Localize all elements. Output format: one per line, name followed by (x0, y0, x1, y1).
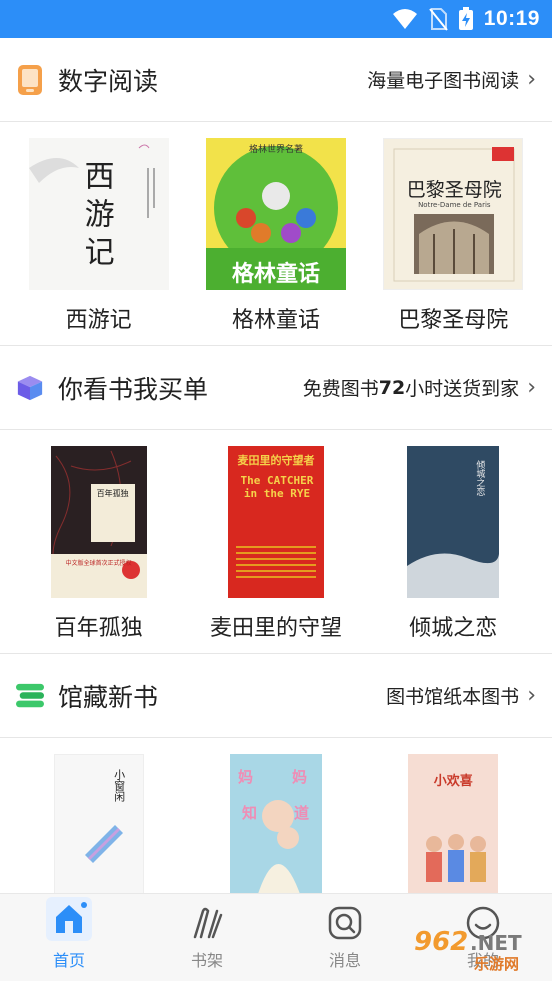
no-sim-icon (429, 8, 448, 31)
section-title: 馆藏新书 (58, 682, 159, 712)
cover-title: 格林童话 (231, 262, 320, 287)
cover-title: 百年孤独 (96, 489, 129, 498)
book-card[interactable]: 西游记 西游记 (14, 122, 184, 345)
cover-title: 麦田里的守望者 (237, 454, 315, 467)
cover-title: 巴黎圣母院 (406, 179, 502, 201)
book-title: 麦田里的守望 (209, 616, 342, 641)
watermark-text: 乐游网 (474, 955, 520, 973)
stack-icon (16, 682, 44, 710)
book-cover-grimm: 格林世界名著 格林童话 (205, 138, 346, 290)
more-link-new-collection[interactable]: 图书馆纸本图书 › (386, 682, 536, 709)
book-title: 格林童话 (231, 308, 320, 333)
section-title: 你看书我买单 (58, 374, 209, 404)
cover-subtitle: Notre-Dame de Paris (418, 201, 491, 209)
status-bar: 10:19 (0, 0, 552, 38)
cover-title: 小欢喜 (433, 774, 473, 789)
bookshelf-icon (193, 907, 223, 939)
more-link-label: 海量电子图书阅读 (367, 70, 520, 92)
tab-messages[interactable]: 消息 (276, 894, 414, 981)
home-icon (46, 897, 92, 941)
cover-title: 倾城之恋 (474, 460, 485, 496)
more-link-buy-for-you[interactable]: 免费图书 72 小时送货到家 › (303, 374, 536, 401)
cover-top-label: 格林世界名著 (248, 145, 303, 155)
cover-band: 中文版全球首次正式授权 (65, 560, 132, 567)
cover-text: 妈 (291, 768, 307, 786)
tab-label: 首页 (52, 951, 85, 970)
chevron-right-icon: › (527, 683, 536, 708)
section-header-digital-reading: 数字阅读 海量电子图书阅读 › (0, 38, 552, 122)
more-link-hours: 72 (378, 376, 406, 399)
chevron-right-icon: › (527, 67, 536, 92)
book-card[interactable]: 倾城之恋 倾城之恋 (368, 430, 538, 653)
watermark-text: .NET (470, 931, 522, 955)
box-icon (16, 374, 44, 402)
cover-text: 知 (241, 804, 257, 822)
book-title: 西游记 (65, 308, 132, 333)
tab-home[interactable]: 首页 (0, 894, 138, 981)
book-cover-catcher: 麦田里的守望者 The CATCHER in the RYE (227, 446, 324, 598)
section-title: 数字阅读 (58, 66, 159, 96)
more-link-label: 图书馆纸本图书 (386, 686, 520, 708)
bottom-tab-bar: 首页 书架 消息 我的 962 .NET 乐游网 (0, 893, 552, 981)
section-header-buy-for-you: 你看书我买单 免费图书 72 小时送货到家 › (0, 346, 552, 430)
book-cover-new-1: 小窗闲 (53, 754, 144, 898)
cover-subtitle: The CATCHER in the RYE (240, 474, 314, 500)
clock: 10:19 (483, 7, 540, 30)
book-cover-new-3: 小欢喜 (408, 754, 499, 898)
book-card[interactable]: 妈 妈 知 道 (191, 738, 361, 898)
book-row-new-collection: 小窗闲 妈 妈 知 道 小欢喜 (0, 738, 552, 898)
section-header-new-collection: 馆藏新书 图书馆纸本图书 › (0, 654, 552, 738)
watermark-text: 962 (414, 927, 469, 957)
cover-text: 道 (293, 804, 309, 822)
phone-icon (16, 64, 44, 95)
book-card[interactable]: 格林世界名著 格林童话 格林童话 (191, 122, 361, 345)
book-cover-xiyouji: 西游记 (28, 138, 169, 290)
message-icon (328, 906, 362, 940)
battery-charging-icon (458, 7, 473, 30)
book-title: 倾城之恋 (409, 616, 498, 641)
book-row-digital-reading: 西游记 西游记 格林世界名著 格林童话 格林童话 巴黎圣母院 Notre-Dam… (0, 122, 552, 346)
more-link-suffix: 小时送货到家 (405, 378, 520, 400)
more-link-digital-reading[interactable]: 海量电子图书阅读 › (367, 66, 536, 93)
book-card[interactable]: 小欢喜 (368, 738, 538, 898)
book-row-buy-for-you: 百年孤独 中文版全球首次正式授权 百年孤独 麦田里的守望者 The CATCHE… (0, 430, 552, 654)
book-card[interactable]: 小窗闲 (14, 738, 184, 898)
wifi-icon (392, 9, 417, 29)
book-cover-new-2: 妈 妈 知 道 (229, 754, 322, 898)
cover-text: 妈 (237, 768, 253, 786)
tab-label: 消息 (328, 951, 361, 970)
cover-title: 西游记 (78, 160, 114, 274)
book-cover-fallen-city: 倾城之恋 (407, 446, 500, 598)
book-cover-notre-dame: 巴黎圣母院 Notre-Dame de Paris (383, 138, 524, 290)
tab-label: 书架 (190, 951, 223, 970)
book-title: 百年孤独 (54, 616, 143, 641)
book-card[interactable]: 巴黎圣母院 Notre-Dame de Paris 巴黎圣母院 (368, 122, 538, 345)
book-title: 巴黎圣母院 (398, 308, 509, 333)
chevron-right-icon: › (527, 375, 536, 400)
book-cover-solitude: 百年孤独 中文版全球首次正式授权 (50, 446, 147, 598)
more-link-prefix: 免费图书 (302, 378, 379, 400)
watermark-logo: 962 .NET 乐游网 (414, 925, 544, 975)
cover-title: 小窗闲 (112, 769, 126, 802)
tab-bookshelf[interactable]: 书架 (138, 894, 276, 981)
book-card[interactable]: 麦田里的守望者 The CATCHER in the RYE 麦田里的守望 (191, 430, 361, 653)
book-card[interactable]: 百年孤独 中文版全球首次正式授权 百年孤独 (14, 430, 184, 653)
